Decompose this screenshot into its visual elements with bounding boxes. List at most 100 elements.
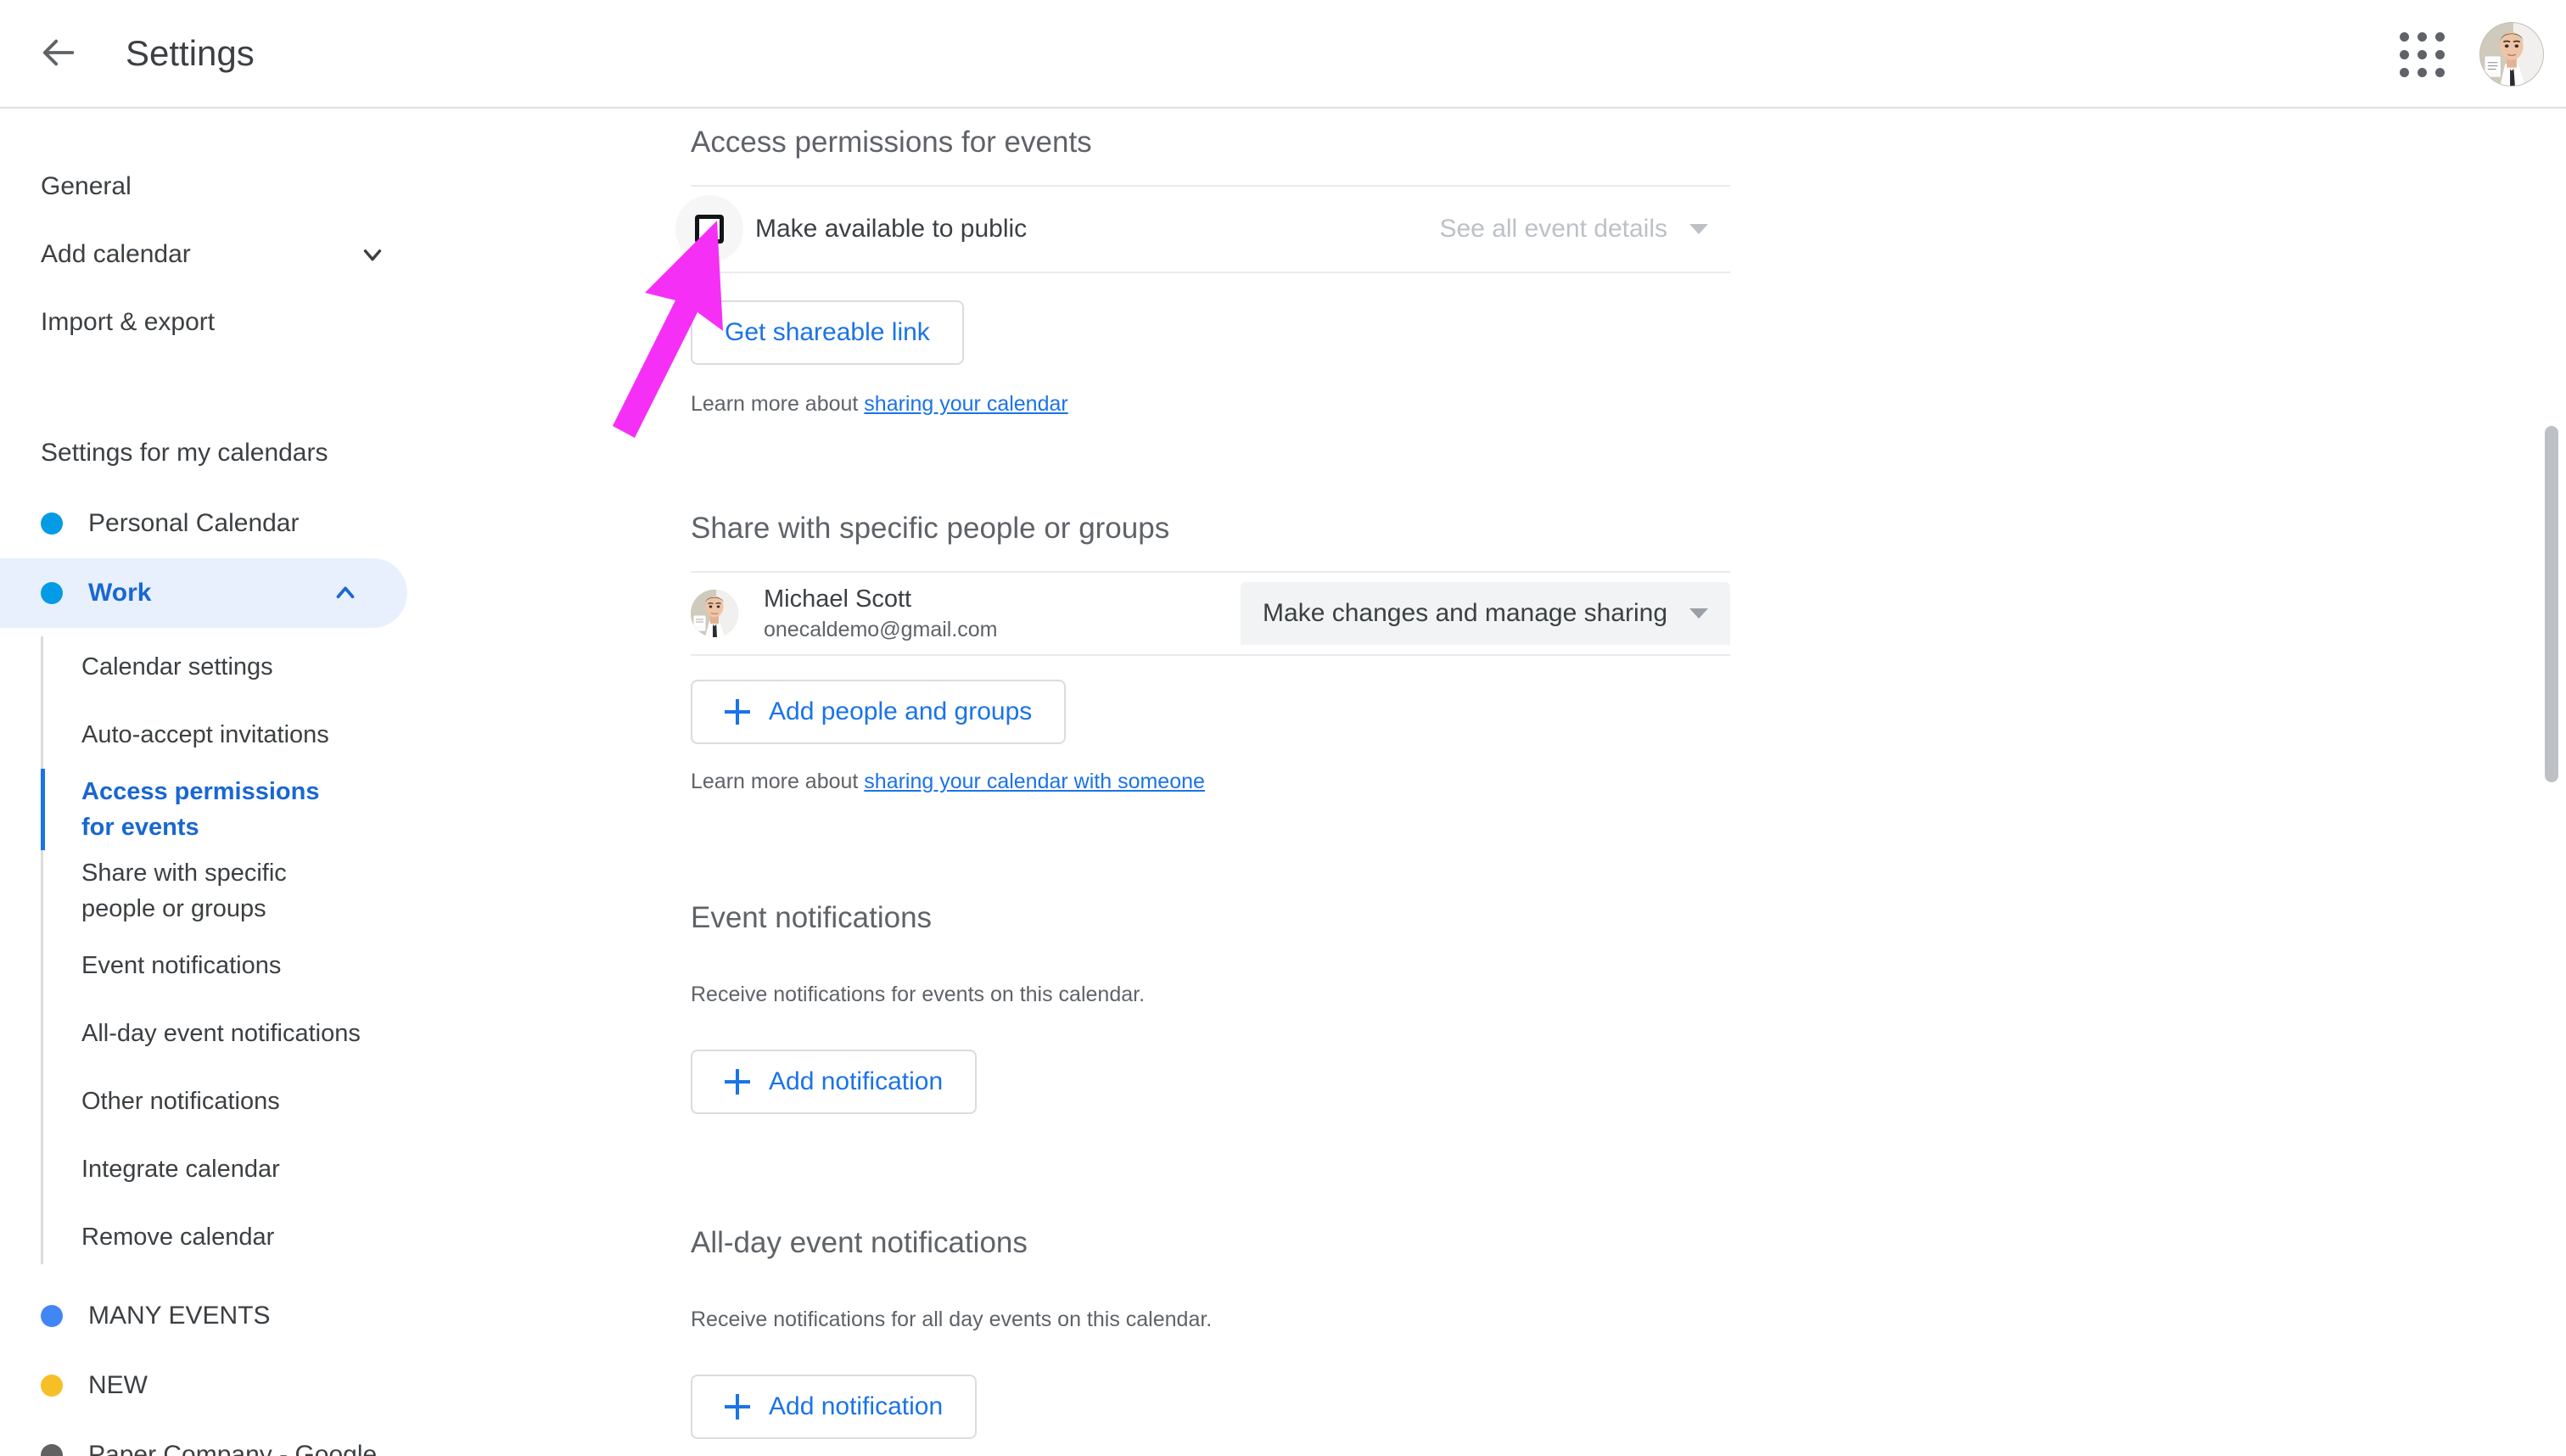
page-title: Settings <box>126 33 255 73</box>
avatar[interactable] <box>2479 22 2544 87</box>
sidebar-item-access-permissions[interactable]: Access permissions for events <box>41 769 458 850</box>
sidebar-calendar-label: MANY EVENTS <box>88 1302 271 1330</box>
chevron-down-icon <box>1689 224 1708 234</box>
sidebar-item-label: Import & export <box>41 308 216 336</box>
back-button[interactable] <box>19 13 100 94</box>
section-heading: All-day event notifications <box>691 1226 1028 1259</box>
section-event-notifications: Event notifications Receive notification… <box>691 901 1730 1114</box>
section-allday-event-notifications: All-day event notifications Receive noti… <box>691 1226 1730 1439</box>
sidebar-subitem-label: Calendar settings <box>81 652 273 680</box>
sidebar-calendar-label: NEW <box>88 1371 148 1399</box>
person-permission-value: Make changes and manage sharing <box>1263 599 1667 627</box>
vertical-scrollbar-track[interactable] <box>2541 110 2566 1456</box>
person-name: Michael Scott <box>764 585 912 613</box>
sidebar-item-event-notifications[interactable]: Event notifications <box>41 932 458 1000</box>
calendar-color-dot <box>41 512 63 535</box>
person-permission-select[interactable]: Make changes and manage sharing <box>1241 582 1730 645</box>
topbar-right-group <box>2383 0 2544 109</box>
calendar-color-dot <box>41 582 63 604</box>
shared-person-row: Michael Scott onecaldemo@gmail.com Make … <box>691 573 1730 654</box>
vertical-scrollbar-thumb[interactable] <box>2545 426 2558 782</box>
sidebar-item-calendar-settings[interactable]: Calendar settings <box>41 633 458 701</box>
event-visibility-select[interactable]: See all event details <box>1417 198 1730 260</box>
sidebar-item-import-export[interactable]: Import & export <box>0 288 458 356</box>
person-email: onecaldemo@gmail.com <box>764 617 998 641</box>
sidebar-subitem-label: Integrate calendar <box>81 1155 280 1183</box>
top-app-bar: Settings <box>0 0 2566 109</box>
learn-more-prefix: Learn more about <box>691 770 865 793</box>
sidebar-calendar-label: Paper Company - Google <box>88 1441 378 1456</box>
plus-icon <box>725 1394 750 1420</box>
section-heading: Share with specific people or groups <box>691 512 1170 545</box>
sidebar-subnav: Calendar settings Auto-accept invitation… <box>0 633 458 1271</box>
sidebar-item-auto-accept-invitations[interactable]: Auto-accept invitations <box>41 701 458 769</box>
sharing-your-calendar-with-someone-link[interactable]: sharing your calendar with someone <box>864 770 1205 793</box>
plus-icon <box>725 699 750 725</box>
settings-content: Access permissions for events Make avail… <box>675 110 1730 1439</box>
sidebar-calendar-work[interactable]: Work <box>0 558 407 628</box>
allday-notifications-description: Receive notifications for all day events… <box>691 1308 1213 1331</box>
person-identity: Michael Scott onecaldemo@gmail.com <box>691 583 998 645</box>
add-allday-notification-button[interactable]: Add notification <box>691 1375 978 1439</box>
person-text-block: Michael Scott onecaldemo@gmail.com <box>764 583 998 645</box>
section-heading: Access permissions for events <box>691 126 1092 159</box>
sidebar-calendar-paper-company[interactable]: Paper Company - Google <box>0 1420 458 1456</box>
event-notifications-description: Receive notifications for events on this… <box>691 983 1146 1006</box>
apps-grid-icon[interactable] <box>2383 15 2461 93</box>
get-shareable-link-button[interactable]: Get shareable link <box>691 300 964 365</box>
get-shareable-link-label: Get shareable link <box>725 318 930 346</box>
sidebar-subitem-label: Share with specific people or groups <box>81 859 287 922</box>
chevron-down-icon <box>1689 608 1708 619</box>
chevron-up-icon[interactable] <box>331 579 360 608</box>
access-learn-more: Learn more about sharing your calendar <box>691 392 1730 417</box>
make-public-label: Make available to public <box>755 215 1028 243</box>
add-people-and-groups-button[interactable]: Add people and groups <box>691 680 1067 744</box>
sidebar-calendar-label: Personal Calendar <box>88 509 300 537</box>
event-visibility-value: See all event details <box>1439 215 1667 243</box>
sidebar-item-allday-event-notifications[interactable]: All-day event notifications <box>41 1000 458 1067</box>
sidebar-subitem-label: Auto-accept invitations <box>81 720 329 748</box>
sidebar-item-label: General <box>41 172 132 200</box>
calendar-color-dot <box>41 1375 63 1397</box>
section-access-permissions: Access permissions for events Make avail… <box>675 110 1730 417</box>
make-public-control: Make available to public <box>675 195 1028 263</box>
sharing-your-calendar-link[interactable]: sharing your calendar <box>864 392 1067 416</box>
sidebar-calendar-new[interactable]: NEW <box>0 1351 458 1420</box>
sidebar-item-label: Add calendar <box>41 240 191 268</box>
settings-main-panel: Access permissions for events Make avail… <box>458 110 2566 1456</box>
settings-sidebar: General Add calendar Import & export Set… <box>0 110 458 1456</box>
make-public-row: Make available to public See all event d… <box>675 187 1730 272</box>
sidebar-item-integrate-calendar[interactable]: Integrate calendar <box>41 1135 458 1203</box>
section-heading: Event notifications <box>691 901 933 934</box>
divider <box>691 272 1730 273</box>
sidebar-item-add-calendar[interactable]: Add calendar <box>0 221 458 288</box>
sidebar-subitem-label: All-day event notifications <box>81 1019 361 1047</box>
add-people-label: Add people and groups <box>769 697 1033 725</box>
sidebar-item-share-with-people[interactable]: Share with specific people or groups <box>41 850 458 932</box>
chevron-down-icon[interactable] <box>358 240 387 269</box>
sidebar-subitem-label: Access permissions for events <box>81 777 320 841</box>
calendar-color-dot <box>41 1444 63 1456</box>
add-event-notification-button[interactable]: Add notification <box>691 1050 978 1114</box>
divider <box>691 654 1730 656</box>
arrow-left-icon <box>40 33 79 75</box>
share-learn-more: Learn more about sharing your calendar w… <box>691 770 1730 794</box>
make-available-to-public-checkbox[interactable] <box>675 195 743 263</box>
sidebar-section-label: Settings for my calendars <box>41 439 328 467</box>
sidebar-item-general[interactable]: General <box>0 153 458 221</box>
sidebar-subitem-label: Remove calendar <box>81 1223 275 1251</box>
add-notification-label: Add notification <box>769 1392 944 1420</box>
checkbox-box-icon <box>695 215 724 244</box>
sidebar-item-remove-calendar[interactable]: Remove calendar <box>41 1203 458 1271</box>
sidebar-calendar-many-events[interactable]: MANY EVENTS <box>0 1281 458 1351</box>
sidebar-subitem-label: Event notifications <box>81 951 282 979</box>
learn-more-prefix: Learn more about <box>691 392 865 416</box>
sidebar-calendar-personal[interactable]: Personal Calendar <box>0 489 458 558</box>
sidebar-calendar-label: Work <box>88 579 152 607</box>
calendar-color-dot <box>41 1305 63 1327</box>
sidebar-item-other-notifications[interactable]: Other notifications <box>41 1067 458 1135</box>
person-avatar <box>691 589 738 637</box>
plus-icon <box>725 1069 750 1095</box>
add-notification-label: Add notification <box>769 1067 944 1095</box>
sidebar-subitem-label: Other notifications <box>81 1087 280 1115</box>
